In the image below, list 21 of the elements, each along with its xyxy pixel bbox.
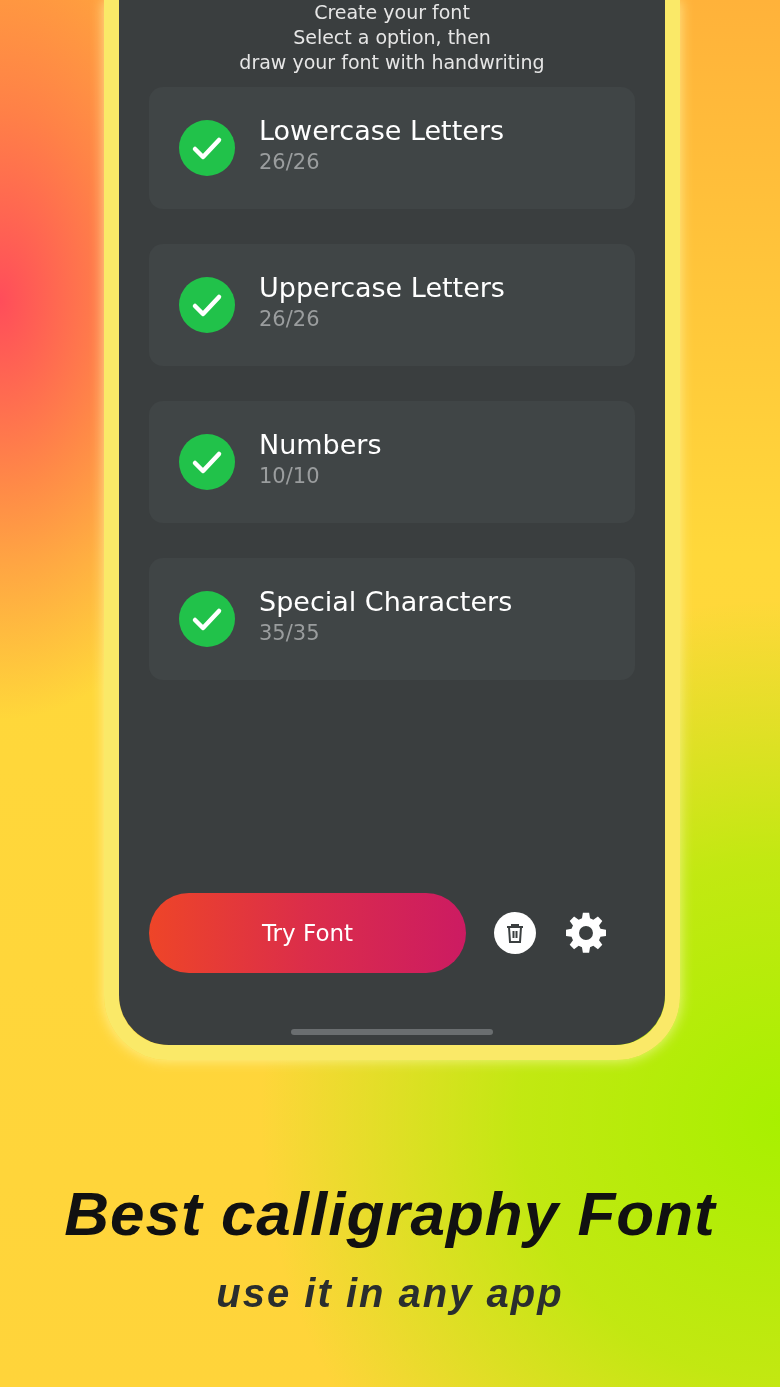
category-title: Numbers bbox=[259, 428, 382, 460]
try-font-button[interactable]: Try Font bbox=[149, 893, 466, 973]
settings-icon[interactable] bbox=[564, 911, 608, 955]
progress-count: 26/26 bbox=[259, 149, 321, 174]
instruction-text: Select a option, then bbox=[293, 25, 491, 50]
progress-count: 35/35 bbox=[259, 620, 321, 645]
progress-count: 26/26 bbox=[259, 306, 321, 331]
promo-headline: Best calligraphy Font bbox=[64, 1178, 716, 1249]
category-title: Uppercase Letters bbox=[259, 271, 505, 303]
category-title: Special Characters bbox=[259, 585, 513, 617]
progress-count: 10/10 bbox=[259, 463, 321, 488]
category-card[interactable]: Uppercase Letters 26/26 bbox=[149, 244, 635, 366]
category-card[interactable]: Numbers 10/10 bbox=[149, 401, 635, 523]
category-card[interactable]: Special Characters 35/35 bbox=[149, 558, 635, 680]
category-title: Lowercase Letters bbox=[259, 114, 505, 146]
delete-button[interactable] bbox=[494, 912, 536, 954]
promo-subline: use it in any app bbox=[216, 1271, 564, 1316]
instruction-text: Create your font bbox=[314, 0, 470, 25]
trash-icon bbox=[506, 923, 524, 943]
category-card[interactable]: Lowercase Letters 26/26 bbox=[149, 87, 635, 209]
instruction-text: draw your font with handwriting bbox=[239, 50, 545, 75]
